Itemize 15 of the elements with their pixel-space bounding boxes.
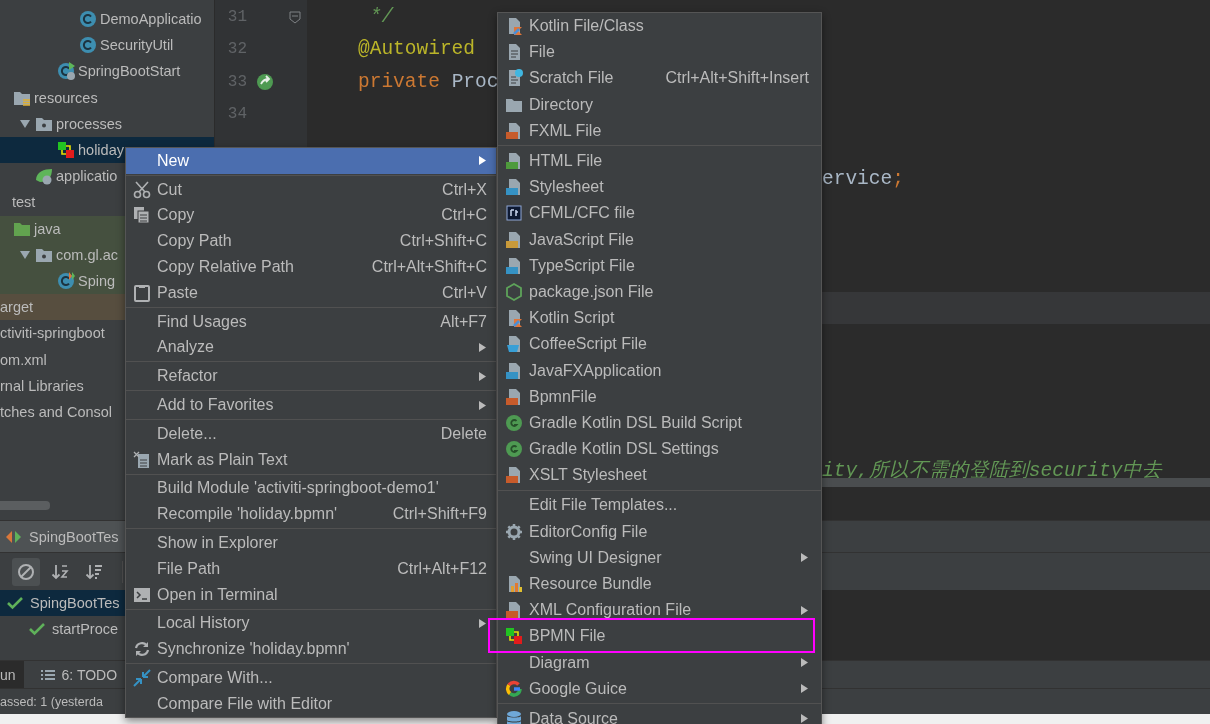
shortcut-label: Ctrl+X [442,180,487,199]
shortcut-label: Alt+F7 [440,312,487,331]
code-line: private Proc [358,70,497,93]
shortcut-label: Ctrl+Alt+F12 [397,559,487,578]
code-line: ervice; [822,167,904,190]
shortcut-label: Ctrl+Shift+C [399,232,487,251]
shortcut-label: Ctrl+Alt+Shift+Insert [665,69,809,88]
shortcut-label: Ctrl+Alt+Shift+C [371,258,487,277]
shortcut-label: Ctrl+V [442,283,487,302]
code-line: @Autowired [358,38,476,61]
code-line: */ [368,6,394,29]
shortcut-label: Delete [440,424,487,443]
status-text: assed: 1 (yesterda [0,694,103,709]
shortcut-label: Ctrl+Shift+F9 [392,505,487,524]
shortcut-label: Ctrl+C [441,206,487,225]
